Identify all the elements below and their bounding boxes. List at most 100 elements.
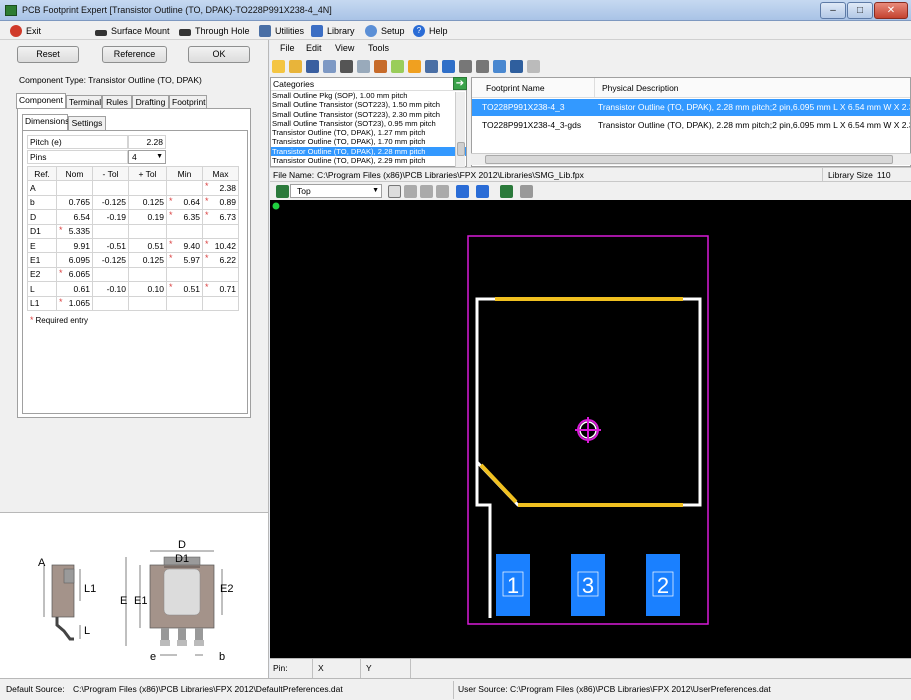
zoom-in-icon[interactable]	[420, 185, 433, 198]
layer-select[interactable]: Top ▼	[290, 184, 382, 198]
dimension-nom-cell[interactable]: 0.61	[56, 281, 93, 297]
tab-rules[interactable]: Rules	[102, 95, 132, 109]
go-arrow-icon[interactable]: ➔	[453, 77, 467, 90]
dimension-min-cell[interactable]: * 9.40	[166, 237, 203, 254]
copy-icon[interactable]	[459, 60, 472, 73]
tab-terminal[interactable]: Terminal	[66, 95, 102, 109]
preview-icon[interactable]	[357, 60, 370, 73]
print-icon[interactable]	[340, 60, 353, 73]
category-item[interactable]: Transistor Outline (TO, DPAK), 1.70 mm p…	[271, 137, 466, 146]
dimension-nom-cell[interactable]: 0.765	[56, 194, 93, 211]
dimension-max-cell[interactable]	[202, 223, 239, 239]
pins-select[interactable]: 4 ▼	[128, 150, 166, 164]
dimension-min-cell[interactable]: * 5.97	[166, 252, 203, 268]
dimension-ptol-cell[interactable]: 0.125	[128, 252, 167, 268]
list-hscrollbar[interactable]	[471, 153, 911, 165]
dimension-ptol-cell[interactable]: 0.51	[128, 237, 167, 254]
dimension-ptol-cell[interactable]: 0.10	[128, 281, 167, 297]
reference-button[interactable]: Reference	[102, 46, 167, 63]
category-item[interactable]: Small Outline Transistor (SOT223), 1.50 …	[271, 100, 466, 109]
category-item[interactable]: Small Outline Transistor (SOT223), 2.30 …	[271, 110, 466, 119]
dimension-ptol-cell[interactable]: 0.19	[128, 209, 167, 225]
category-item[interactable]: Transistor Outline (TO, DPAK), 2.29 mm p…	[271, 156, 466, 165]
dimension-max-cell[interactable]: * 0.89	[202, 194, 239, 211]
menu-edit[interactable]: Edit	[306, 43, 322, 53]
dimension-ntol-cell[interactable]: -0.10	[92, 281, 129, 297]
menu-file[interactable]: File	[280, 43, 295, 53]
tab-settings[interactable]: Settings	[68, 116, 106, 130]
col-footprint-name[interactable]: Footprint Name	[486, 83, 545, 93]
cut-icon[interactable]	[476, 60, 489, 73]
maximize-button[interactable]: □	[847, 2, 873, 19]
footprint-row[interactable]: TO228P991X238-4_3-gds Transistor Outline …	[472, 117, 910, 134]
dimension-max-cell[interactable]	[202, 295, 239, 311]
measure-icon[interactable]	[456, 185, 469, 198]
footprint-canvas[interactable]: 1 3 2	[270, 200, 911, 658]
dimension-ntol-cell[interactable]: -0.51	[92, 237, 129, 254]
pointer-icon[interactable]	[388, 185, 401, 198]
dimension-ptol-cell[interactable]	[128, 180, 167, 196]
ok-button[interactable]: OK	[188, 46, 250, 63]
menu-view[interactable]: View	[335, 43, 354, 53]
surface-mount-button[interactable]: Surface Mount	[95, 24, 170, 38]
settings-icon[interactable]	[520, 185, 533, 198]
tab-footprint[interactable]: Footprint	[169, 95, 207, 109]
pitch-input[interactable]: 2.28	[128, 135, 166, 149]
dimension-ptol-cell[interactable]	[128, 223, 167, 239]
through-hole-button[interactable]: Through Hole	[179, 24, 250, 38]
zoom-extents-icon[interactable]	[404, 185, 417, 198]
dimension-max-cell[interactable]	[202, 266, 239, 283]
redo-icon[interactable]	[527, 60, 540, 73]
category-item[interactable]: Transistor Outline (TO, DPAK), 1.27 mm p…	[271, 128, 466, 137]
reset-button[interactable]: Reset	[17, 46, 79, 63]
dimension-ntol-cell[interactable]	[92, 295, 129, 311]
library-button[interactable]: Library	[311, 24, 355, 38]
category-item[interactable]: Small Outline Transistor (SOT23), 0.95 m…	[271, 119, 466, 128]
new-folder-icon[interactable]	[272, 60, 285, 73]
dimension-ntol-cell[interactable]: -0.125	[92, 252, 129, 268]
dimension-nom-cell[interactable]: * 1.065	[56, 295, 93, 311]
exit-button[interactable]: Exit	[10, 24, 41, 38]
dimension-max-cell[interactable]: * 6.22	[202, 252, 239, 268]
close-button[interactable]: ✕	[874, 2, 908, 19]
pan-icon[interactable]	[436, 185, 449, 198]
dimension-ntol-cell[interactable]: -0.125	[92, 194, 129, 211]
categories-list[interactable]: Categories Small Outline Pkg (SOP), 1.00…	[270, 77, 467, 167]
dimension-max-cell[interactable]: * 2.38	[202, 180, 239, 196]
tag-icon[interactable]	[408, 60, 421, 73]
help-button[interactable]: ? Help	[413, 24, 448, 38]
setup-button[interactable]: Setup	[365, 24, 405, 38]
dimension-min-cell[interactable]	[166, 266, 203, 283]
scroll-thumb[interactable]	[457, 142, 465, 156]
dimension-nom-cell[interactable]: 6.54	[56, 209, 93, 225]
dimension-nom-cell[interactable]: * 5.335	[56, 223, 93, 239]
dimension-nom-cell[interactable]	[56, 180, 93, 196]
dimension-ptol-cell[interactable]: 0.125	[128, 194, 167, 211]
grid-icon[interactable]	[425, 60, 438, 73]
col-physical-description[interactable]: Physical Description	[602, 83, 679, 93]
tab-component[interactable]: Component	[16, 93, 66, 109]
dimension-max-cell[interactable]: * 10.42	[202, 237, 239, 254]
minimize-button[interactable]: –	[820, 2, 846, 19]
save-icon[interactable]	[306, 60, 319, 73]
dimension-nom-cell[interactable]: 6.095	[56, 252, 93, 268]
delete-icon[interactable]	[493, 60, 506, 73]
properties-icon[interactable]	[391, 60, 404, 73]
open-folder-icon[interactable]	[289, 60, 302, 73]
dimension-min-cell[interactable]: * 0.51	[166, 281, 203, 297]
categories-scrollbar[interactable]	[455, 92, 465, 167]
tab-dimensions[interactable]: Dimensions	[22, 114, 69, 130]
dimension-ntol-cell[interactable]	[92, 223, 129, 239]
category-item[interactable]: Small Outline Pkg (SOP), 1.00 mm pitch	[271, 91, 466, 100]
menu-tools[interactable]: Tools	[368, 43, 389, 53]
save-as-icon[interactable]	[323, 60, 336, 73]
dimension-ntol-cell[interactable]	[92, 180, 129, 196]
dimension-min-cell[interactable]	[166, 223, 203, 239]
utilities-button[interactable]: Utilities	[259, 24, 304, 38]
dimension-ntol-cell[interactable]	[92, 266, 129, 283]
dimension-min-cell[interactable]	[166, 295, 203, 311]
category-item[interactable]: Transistor Outline (TO, DPAK), 2.28 mm p…	[271, 146, 466, 157]
undo-icon[interactable]	[510, 60, 523, 73]
snap-icon[interactable]	[476, 185, 489, 198]
footprint-row[interactable]: TO228P991X238-4_3 Transistor Outline (TO,…	[472, 99, 910, 116]
